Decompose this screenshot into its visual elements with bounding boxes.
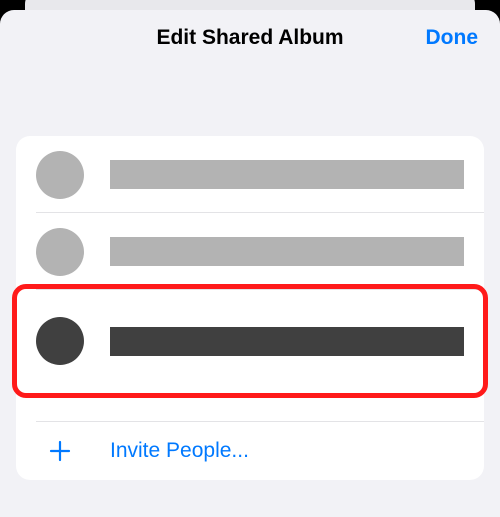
- page-title: Edit Shared Album: [156, 26, 343, 50]
- modal-sheet: Edit Shared Album Done: [0, 10, 500, 517]
- avatar: [36, 151, 84, 199]
- subscriber-row[interactable]: [16, 290, 484, 392]
- nav-bar: Edit Shared Album Done: [0, 10, 500, 66]
- spacer-row: [16, 392, 484, 422]
- subscribers-list: Invite People...: [16, 136, 484, 480]
- content-area: Invite People...: [0, 66, 500, 480]
- subscriber-row[interactable]: [16, 136, 484, 213]
- subscriber-name-placeholder: [110, 160, 464, 189]
- subscriber-name-placeholder: [110, 327, 464, 356]
- subscriber-name-placeholder: [110, 237, 464, 266]
- subscriber-row[interactable]: [16, 213, 484, 290]
- row-separator: [36, 421, 484, 422]
- plus-icon: [36, 439, 84, 463]
- invite-people-button[interactable]: Invite People...: [16, 422, 484, 480]
- avatar: [36, 228, 84, 276]
- invite-people-label: Invite People...: [110, 439, 249, 463]
- done-button[interactable]: Done: [426, 26, 479, 50]
- avatar: [36, 317, 84, 365]
